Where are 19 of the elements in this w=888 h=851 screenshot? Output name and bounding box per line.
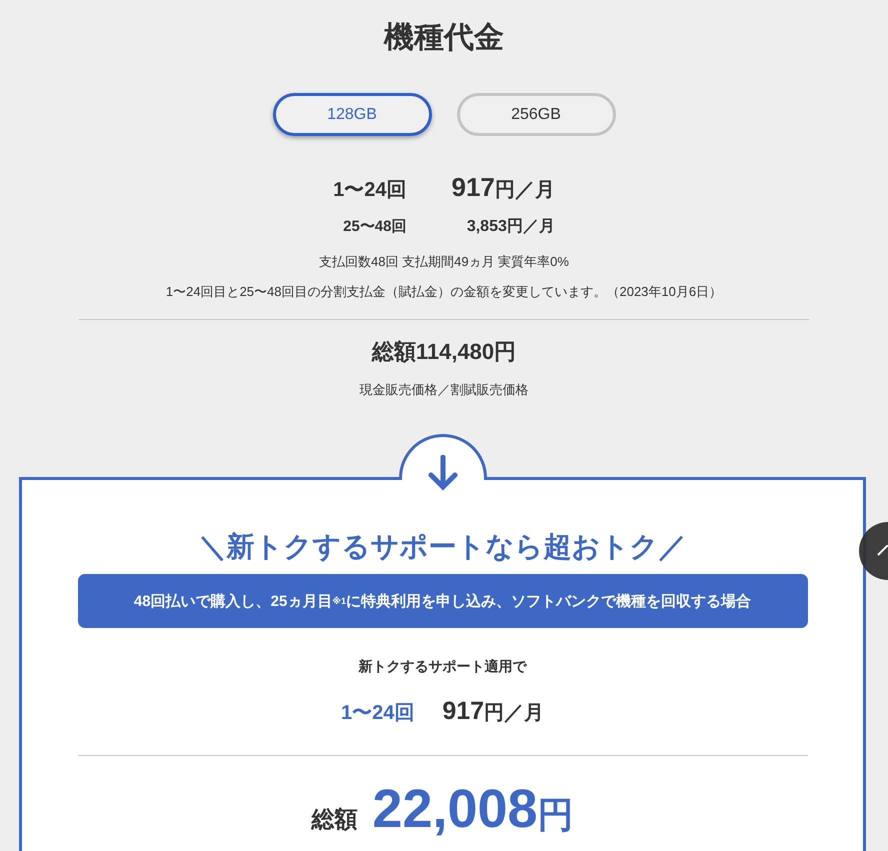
applied-label: 新トクするサポート適用で (358, 657, 526, 676)
monthly-price: 917円／月 (451, 172, 555, 204)
total-price: 22,008円 (372, 778, 574, 841)
payment-terms: 支払回数48回 支払期間49ヵ月 実質年率0% (319, 253, 569, 271)
change-notice: 1〜24回目と25〜48回目の分割支払金（賦払金）の金額を変更しています。（2023年10月6日） (166, 283, 722, 301)
support-heading: ＼新トクするサポートなら超おトク／ (198, 530, 686, 564)
monthly-price: 3,853円／月 (466, 217, 555, 237)
price-note: 現金販売価格／割賦販売価格 (360, 381, 528, 399)
condition-banner: 48回払いで購入し、25ヵ月目$^{※1}$に特典利用を申し込み、ソフトバンクで機種を回収する場合 (78, 574, 808, 628)
monthly-price: 917円／月 (442, 696, 544, 727)
total-label: 総額 (311, 805, 358, 834)
installment-period: 25〜48回 (343, 217, 406, 237)
capacity-tab[interactable]: 128GB (272, 93, 432, 136)
total-price: 総額114,480円 (372, 338, 516, 366)
installment-period: 1〜24回 (340, 701, 414, 726)
chevron-icon (877, 545, 888, 556)
page-title: 機種代金 (384, 20, 504, 56)
installment-period: 1〜24回 (333, 178, 406, 202)
capacity-tab[interactable]: 256GB (456, 93, 616, 136)
